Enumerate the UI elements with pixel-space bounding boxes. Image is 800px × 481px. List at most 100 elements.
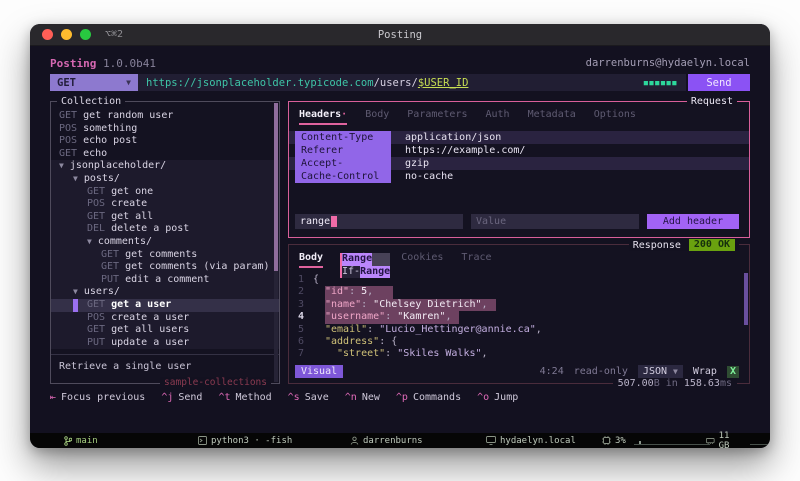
response-stats: 507.00B in 158.63ms (613, 378, 737, 389)
folder-item[interactable]: ▼jsonplaceholder/ (51, 160, 279, 173)
request-item[interactable]: GETget comments (via param) (51, 261, 279, 274)
chevron-down-icon: ▼ (126, 78, 131, 87)
display-icon (486, 436, 496, 445)
binding-new[interactable]: ^nNew (345, 392, 380, 403)
folder-item[interactable]: ▼posts/ (51, 173, 279, 186)
header-value-input[interactable]: Value (471, 214, 639, 229)
user-host: darrenburns@hydaelyn.local (586, 57, 750, 71)
request-item[interactable]: GETecho (51, 148, 279, 161)
tab-response-trace[interactable]: Trace (461, 252, 491, 268)
binding-method[interactable]: ^tMethod (218, 392, 271, 403)
readonly-label: read-only (574, 366, 628, 377)
collection-name-label: sample-collections (160, 377, 271, 388)
request-item[interactable]: POSecho post (51, 135, 279, 148)
response-panel-header: Response 200 OK (629, 239, 739, 251)
tab-options[interactable]: Options (594, 109, 636, 125)
git-branch-icon (64, 436, 72, 446)
wrap-checkbox[interactable]: X (727, 366, 739, 378)
binding-commands[interactable]: ^pCommands (396, 392, 461, 403)
code-line: 6"address": { (289, 336, 749, 348)
collection-subtree: ▼jsonplaceholder/ ▼posts/ GETget one POS… (51, 160, 279, 349)
expand-arrow-icon: ▼ (87, 236, 92, 249)
code-line: 7"street": "Skiles Walks", (289, 348, 749, 360)
request-item[interactable]: GETget random user (51, 110, 279, 123)
request-item[interactable]: POScreate (51, 198, 279, 211)
folder-item[interactable]: ▼comments/ (51, 236, 279, 249)
binding-send[interactable]: ^jSend (161, 392, 202, 403)
header-row[interactable]: Content-Typeapplication/json (289, 131, 749, 144)
app-name: Posting (50, 57, 96, 70)
app-version: 1.0.0b41 (103, 57, 156, 70)
wrap-label: Wrap (693, 366, 717, 377)
tab-auth[interactable]: Auth (486, 109, 510, 125)
cpu-graph (634, 437, 710, 445)
autocomplete-option[interactable]: If-Range (342, 266, 390, 279)
collection-panel: Collection GETget random user POSsomethi… (50, 101, 280, 384)
app-header: Posting 1.0.0b41 darrenburns@hydaelyn.lo… (50, 46, 750, 71)
status-badge: 200 OK (689, 239, 735, 251)
code-line: 2"id": 5, (289, 286, 749, 298)
request-panel-title: Request (687, 96, 737, 107)
method-select[interactable]: GET ▼ (50, 74, 138, 91)
request-panel: Request Headers· Body Parameters Auth Me… (288, 101, 750, 238)
request-item[interactable]: GETget all users (51, 324, 279, 337)
request-item[interactable]: GETget all (51, 211, 279, 224)
request-item[interactable]: POSsomething (51, 123, 279, 136)
autocomplete-option[interactable]: Range (342, 253, 390, 266)
header-row[interactable]: Refererhttps://example.com/ (289, 144, 749, 157)
response-scrollbar[interactable] (744, 273, 748, 325)
autocomplete-cursor-tail (372, 253, 390, 266)
modified-dot: · (341, 109, 347, 120)
tab-body[interactable]: Body (365, 109, 389, 125)
expand-arrow-icon: ▼ (73, 173, 78, 186)
header-name-input[interactable]: range (295, 214, 463, 229)
request-item[interactable]: GETget comments (51, 249, 279, 262)
request-item[interactable]: PUTupdate a user (51, 337, 279, 350)
terminal-status-bar: main python3 · -fish darrenburns hydaely… (30, 433, 770, 448)
request-item[interactable]: PUTedit a comment (51, 274, 279, 287)
expand-arrow-icon: ▼ (59, 160, 64, 173)
tab-headers[interactable]: Headers· (299, 109, 347, 125)
tab-metadata[interactable]: Metadata (528, 109, 576, 125)
binding-focus-previous[interactable]: ⇤Focus previous (50, 392, 145, 403)
binding-jump[interactable]: ^oJump (477, 392, 518, 403)
collection-title: Collection (57, 96, 125, 107)
request-item[interactable]: DELdelete a post (51, 223, 279, 236)
url-path: /users/ (374, 77, 418, 89)
request-item[interactable]: POScreate a user (51, 312, 279, 325)
response-panel-title: Response (633, 240, 681, 251)
memory-graph (750, 437, 770, 445)
header-row[interactable]: Accept-Encodinggzip (289, 157, 749, 170)
code-line: 3"name": "Chelsey Dietrich", (289, 299, 749, 311)
code-line: 5"email": "Lucio_Hettinger@annie.ca", (289, 324, 749, 336)
url-variable: $USER_ID (418, 77, 469, 89)
format-select[interactable]: JSON ▼ (638, 365, 683, 378)
url-host: https://jsonplaceholder.typicode.com (146, 77, 374, 89)
tab-parameters[interactable]: Parameters (407, 109, 467, 125)
request-description: Retrieve a single user (51, 355, 279, 372)
tab-response-body[interactable]: Body (299, 252, 323, 268)
url-input[interactable]: https://jsonplaceholder.typicode.com/use… (138, 74, 686, 91)
response-body-editor[interactable]: 1{ 2"id": 5, 3"name": "Chelsey Dietrich"… (289, 274, 749, 361)
main-area: Collection GETget random user POSsomethi… (50, 101, 750, 384)
header-row[interactable]: Cache-Controlno-cache (289, 170, 749, 183)
new-header-row: range Value Add header (295, 214, 739, 229)
request-item[interactable]: GETget one (51, 186, 279, 199)
url-bar: GET ▼ https://jsonplaceholder.typicode.c… (50, 74, 750, 91)
shift-tab-icon: ⇤ (50, 392, 56, 403)
trace-indicator: ■■■■■■ (644, 79, 678, 87)
desktop: ⌥⌘2 Posting Posting 1.0.0b41 darrenburns… (0, 0, 800, 481)
folder-item[interactable]: ▼users/ (51, 286, 279, 299)
send-button[interactable]: Send (688, 74, 750, 91)
tab-response-cookies[interactable]: Cookies (401, 252, 443, 268)
response-toolbar: Visual 4:24 read-only JSON ▼ Wrap X (295, 365, 739, 378)
right-column: Request Headers· Body Parameters Auth Me… (288, 101, 750, 384)
cpu-status: 3% (602, 434, 710, 447)
request-item-selected[interactable]: GETget a user (51, 299, 279, 312)
collection-tree: GETget random user POSsomething POSecho … (51, 110, 279, 349)
binding-save[interactable]: ^sSave (288, 392, 329, 403)
request-tabs: Headers· Body Parameters Auth Metadata O… (289, 102, 749, 125)
keybinding-footer: ⇤Focus previous ^jSend ^tMethod ^sSave ^… (50, 392, 750, 403)
window-titlebar: ⌥⌘2 Posting (30, 24, 770, 46)
add-header-button[interactable]: Add header (647, 214, 739, 229)
